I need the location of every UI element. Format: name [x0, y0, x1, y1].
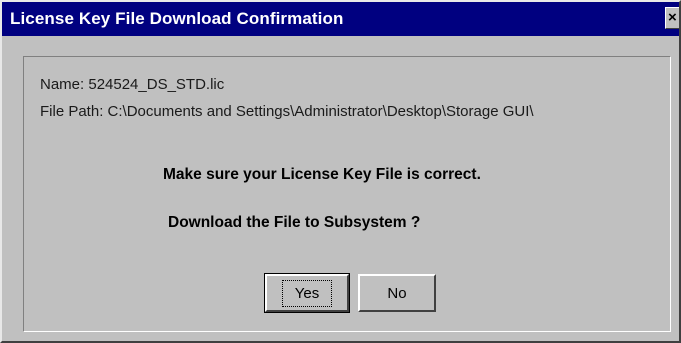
verify-message: Make sure your License Key File is corre…	[163, 166, 481, 183]
no-button[interactable]: No	[358, 274, 436, 312]
window-title: License Key File Download Confirmation	[10, 9, 344, 28]
yes-button[interactable]: Yes	[264, 273, 350, 313]
file-name-label: Name: 524524_DS_STD.lic	[40, 76, 225, 93]
title-bar[interactable]: License Key File Download Confirmation ×	[2, 2, 679, 36]
close-icon[interactable]: ×	[665, 7, 679, 29]
yes-button-label: Yes	[281, 279, 333, 307]
file-path-label: File Path: C:\Documents and Settings\Adm…	[40, 103, 534, 120]
confirmation-dialog: License Key File Download Confirmation ×…	[0, 0, 681, 343]
download-question: Download the File to Subsystem ?	[168, 214, 421, 231]
